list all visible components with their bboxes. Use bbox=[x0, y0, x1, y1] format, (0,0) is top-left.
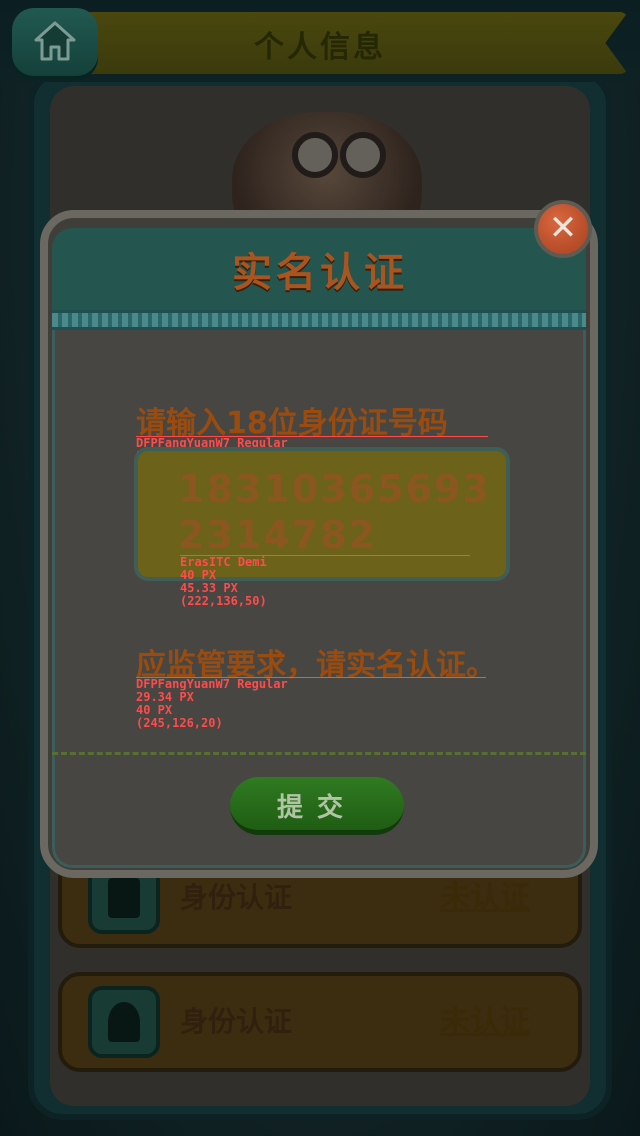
close-icon: ✕ bbox=[548, 208, 578, 248]
id-font-annotation: ErasITC Demi 40 PX 45.33 PX (222,136,50) bbox=[180, 555, 267, 608]
submit-label: 提交 bbox=[276, 793, 357, 823]
notice-font-annotation: DFPFangYuanW7 Regular 29.34 PX 40 PX (24… bbox=[136, 677, 288, 730]
header-divider bbox=[52, 310, 586, 330]
id-number-value: 183103656932314782 bbox=[178, 467, 491, 557]
submit-button[interactable]: 提交 bbox=[230, 777, 404, 835]
footer-divider bbox=[52, 752, 586, 755]
close-button[interactable]: ✕ bbox=[534, 200, 592, 258]
